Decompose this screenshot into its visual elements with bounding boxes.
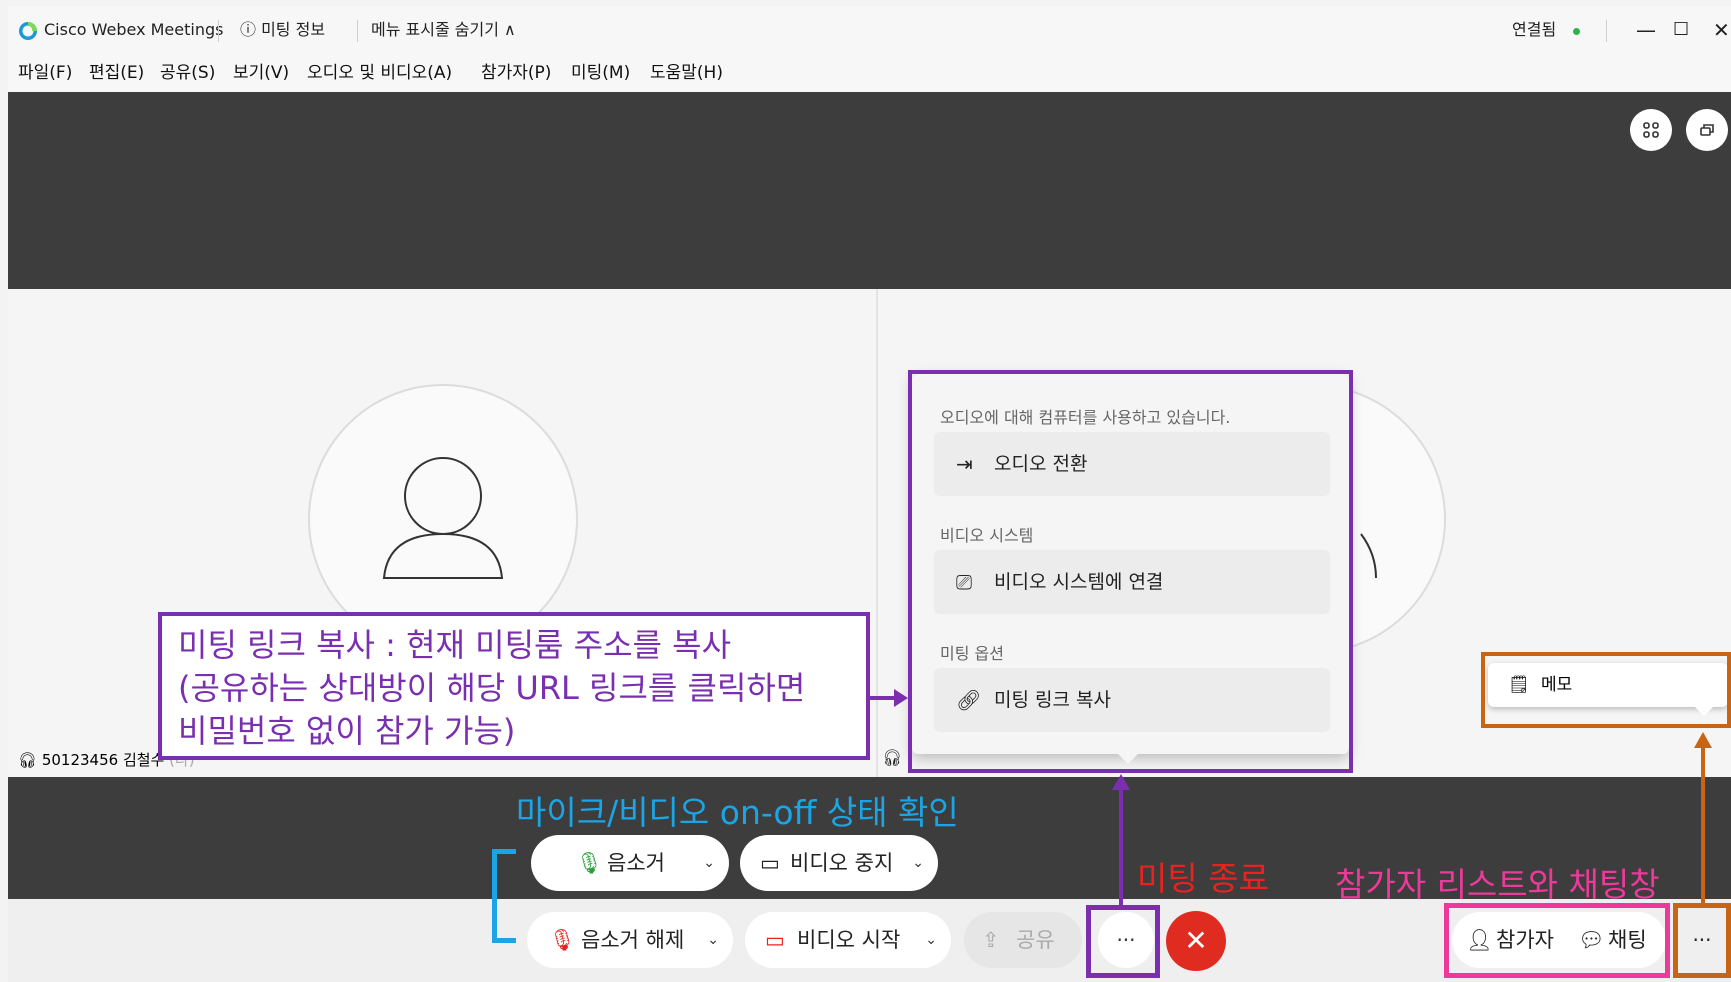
menu-audio-video[interactable]: 오디오 및 비디오(A)	[307, 54, 452, 92]
more-button-arrow	[1119, 788, 1123, 905]
menu-file[interactable]: 파일(F)	[18, 54, 72, 92]
more-right-highlight	[1673, 903, 1731, 978]
end-meeting-button[interactable]: ✕	[1166, 911, 1226, 971]
share-icon: ⇪	[982, 928, 1000, 952]
video-top-strip	[8, 92, 1731, 289]
menu-view[interactable]: 보기(V)	[233, 54, 289, 92]
more-button-highlight	[1086, 905, 1160, 978]
memo-highlight	[1481, 652, 1731, 728]
start-video-label: 비디오 시작	[797, 928, 901, 952]
more-button-arrowhead	[1112, 774, 1130, 790]
stop-video-button[interactable]: ▭ 비디오 중지 ⌄	[740, 835, 938, 891]
grid-view-icon[interactable]	[1630, 109, 1672, 151]
unmute-label: 음소거 해제	[581, 928, 685, 952]
chevron-down-icon[interactable]: ⌄	[703, 835, 715, 891]
webex-logo-icon	[18, 6, 38, 54]
mic-video-status-annotation: 마이크/비디오 on-off 상태 확인	[516, 793, 959, 832]
memo-arrowhead	[1694, 732, 1712, 748]
chevron-down-icon[interactable]: ⌄	[925, 912, 937, 968]
status-bracket-bottom	[492, 938, 516, 943]
video-off-icon: ▭	[765, 928, 785, 952]
stop-video-label: 비디오 중지	[790, 851, 894, 875]
mute-status-button[interactable]: 🎙︎ 음소거 ⌄	[531, 835, 729, 891]
video-icon: ▭	[760, 851, 780, 875]
status-dot-icon	[1573, 28, 1580, 35]
headset-icon: 🎧︎	[18, 751, 38, 769]
popup-highlight-box	[908, 370, 1353, 773]
app-title: Cisco Webex Meetings	[44, 20, 224, 39]
copy-link-arrowhead	[894, 689, 908, 707]
stage-divider	[876, 289, 878, 777]
end-meeting-annotation: 미팅 종료	[1137, 859, 1269, 898]
chevron-down-icon[interactable]: ⌄	[707, 912, 719, 968]
title-bar: Cisco Webex Meetings ⓘ 미팅 정보 메뉴 표시줄 숨기기 …	[8, 6, 1731, 54]
copy-link-annotation-title: 미팅 링크 복사 : 현재 미팅룸 주소를 복사	[178, 626, 732, 664]
meeting-info-button[interactable]: ⓘ 미팅 정보	[240, 6, 325, 54]
menu-help[interactable]: 도움말(H)	[650, 54, 723, 92]
unmute-button[interactable]: 🎙︎ 음소거 해제 ⌄	[527, 912, 733, 968]
copy-link-annotation-line3: 비밀번호 없이 참가 가능)	[178, 712, 516, 750]
chevron-down-icon[interactable]: ⌄	[912, 835, 924, 891]
minimize-icon[interactable]: —	[1636, 6, 1656, 54]
participants-chat-highlight	[1444, 903, 1670, 978]
status-bracket-top	[492, 849, 516, 854]
popout-icon[interactable]	[1686, 109, 1728, 151]
menu-share[interactable]: 공유(S)	[160, 54, 215, 92]
menu-participants[interactable]: 참가자(P)	[481, 54, 551, 92]
hide-menu-button[interactable]: 메뉴 표시줄 숨기기 ∧	[371, 6, 516, 54]
headset-icon: 🎧︎	[882, 748, 903, 767]
connection-status: 연결됨	[1512, 20, 1557, 39]
mic-muted-icon: 🎙︎	[549, 928, 576, 952]
participants-chat-annotation: 참가자 리스트와 채팅창	[1335, 865, 1660, 904]
share-label: 공유	[1016, 928, 1055, 952]
status-bracket	[492, 849, 497, 943]
copy-link-annotation-line2: (공유하는 상대방이 해당 URL 링크를 클릭하면	[178, 669, 806, 707]
menu-bar: 파일(F) 편집(E) 공유(S) 보기(V) 오디오 및 비디오(A) 참가자…	[8, 54, 1731, 92]
participant-name: 50123456 김철수	[41, 751, 165, 769]
mic-icon: 🎙︎	[576, 851, 603, 875]
share-button[interactable]: ⇪ 공유	[964, 912, 1082, 968]
start-video-button[interactable]: ▭ 비디오 시작 ⌄	[745, 912, 951, 968]
memo-arrow	[1701, 746, 1705, 903]
menu-meeting[interactable]: 미팅(M)	[571, 54, 630, 92]
menu-edit[interactable]: 편집(E)	[89, 54, 144, 92]
maximize-icon[interactable]: ☐	[1673, 6, 1689, 54]
mute-label: 음소거	[607, 851, 665, 875]
close-icon[interactable]: ✕	[1713, 6, 1730, 54]
